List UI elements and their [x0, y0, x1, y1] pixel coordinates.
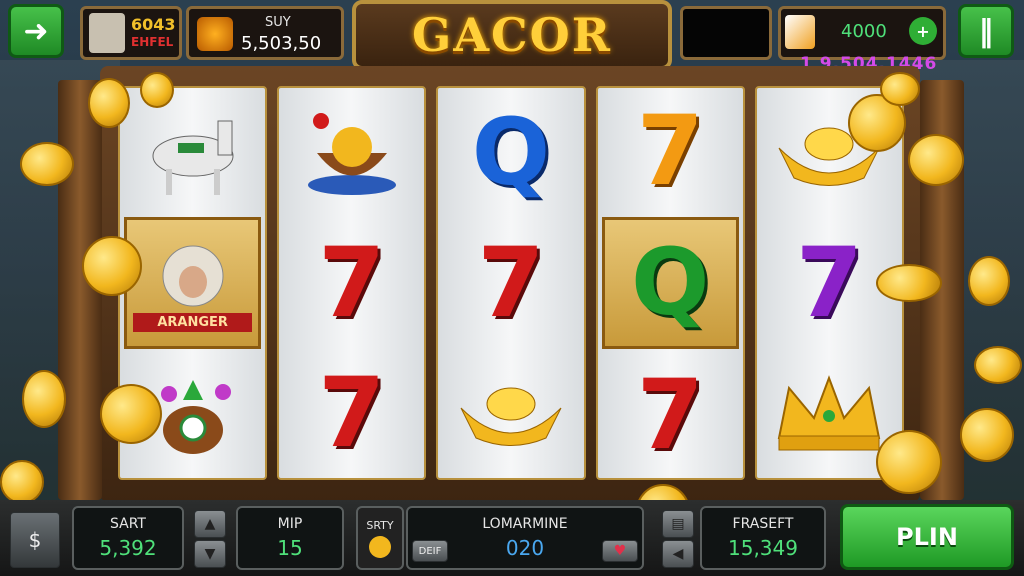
- seven-symbol: 7: [796, 227, 863, 339]
- reel-cell: [438, 348, 583, 478]
- seven-symbol: 7: [318, 357, 386, 469]
- add-credit-button[interactable]: +: [909, 17, 937, 45]
- top-bar: ➜ 6043 EHFEL SUY 5,503,50 GACOR 4000 + 1…: [0, 0, 1024, 74]
- coin-icon: [369, 535, 391, 558]
- treasure-icon: [197, 17, 233, 51]
- coin-icon: [960, 408, 1014, 462]
- coin-icon: [908, 134, 964, 186]
- blank-panel: [680, 6, 772, 60]
- reel-cell: 7: [598, 353, 743, 478]
- reel-4: 7 Q 7: [595, 86, 745, 480]
- lines-value: 020: [505, 536, 545, 560]
- credit-value: 4000: [841, 21, 887, 42]
- mip-label: MIP: [277, 516, 303, 532]
- coin-settings-button[interactable]: $: [10, 512, 60, 568]
- coin-icon: [88, 78, 130, 128]
- paytable-button[interactable]: ▤: [662, 510, 694, 538]
- q-symbol: Q: [471, 99, 551, 206]
- coin-icon: [0, 460, 44, 504]
- fruit-bowl-icon: [307, 113, 396, 195]
- title-plate: GACOR: [352, 0, 672, 70]
- preset-label: FRASEFT: [732, 516, 794, 532]
- preset-value: 15,349: [728, 536, 798, 560]
- pause-icon: ‖: [978, 13, 994, 49]
- coin-icon: [20, 142, 74, 186]
- auto-button[interactable]: SRTY: [356, 506, 404, 570]
- mip-value: 15: [277, 536, 303, 560]
- horse-icon: [152, 120, 234, 195]
- reel-cell: Q: [438, 88, 583, 218]
- reel-cell: [120, 88, 265, 213]
- seven-symbol: 7: [477, 227, 545, 339]
- start-label: SART: [110, 516, 146, 532]
- coin-icon: [140, 72, 174, 108]
- favorite-button[interactable]: ♥: [602, 540, 638, 562]
- menu-button[interactable]: ‖: [958, 4, 1014, 58]
- reels-area: ARANGER 7 7 Q 7 7 Q 7 7: [118, 86, 905, 480]
- symbol-banner: ARANGER: [133, 312, 253, 332]
- preset-stat: FRASEFT 15,349: [700, 506, 826, 570]
- q-symbol: Q: [631, 228, 710, 336]
- reel-cell: [279, 88, 424, 218]
- coin-icon: [22, 370, 66, 428]
- crown-icon: [778, 375, 881, 451]
- gold-ingot-icon: [460, 387, 562, 446]
- bet-panel: SUY 5,503,50: [186, 6, 344, 60]
- reel-2: 7 7: [277, 86, 427, 480]
- coin-icon: [82, 236, 142, 296]
- reel-cell: 7: [598, 88, 743, 213]
- spin-button[interactable]: PLIN: [840, 504, 1014, 570]
- heart-icon: ♥: [613, 543, 627, 559]
- game-title: GACOR: [412, 8, 612, 62]
- seven-symbol: 7: [318, 227, 386, 339]
- seven-symbol: 7: [636, 359, 704, 472]
- arrow-right-icon: ➜: [23, 13, 49, 49]
- reel-cell: 7: [438, 218, 583, 348]
- chevron-down-icon: ▼: [204, 546, 216, 562]
- player-badge-top: 6043: [131, 15, 176, 34]
- seven-symbol: 7: [636, 94, 704, 207]
- bet-value: 5,503,50: [241, 33, 322, 54]
- reel-cell: 7: [279, 348, 424, 478]
- decrease-button[interactable]: ▼: [194, 540, 226, 568]
- sound-button[interactable]: ◀: [662, 540, 694, 568]
- book-icon: ▤: [671, 516, 685, 532]
- coin-icon: [974, 346, 1022, 384]
- coin-icon: [876, 264, 942, 302]
- start-stat: SART 5,392: [72, 506, 184, 570]
- avatar: [89, 13, 125, 53]
- back-button[interactable]: ➜: [8, 4, 64, 58]
- start-value: 5,392: [99, 536, 157, 560]
- lines-label: LOMARMINE: [482, 516, 568, 532]
- reel-cell-highlighted: ARANGER: [124, 217, 262, 349]
- increase-button[interactable]: ▲: [194, 510, 226, 538]
- mip-stat: MIP 15: [236, 506, 344, 570]
- player-badge-bottom: EHFEL: [131, 35, 174, 49]
- gift-icon: [785, 15, 815, 49]
- coin-icon: [968, 256, 1010, 306]
- coin-icon: [880, 72, 920, 106]
- bet-label: SUY: [265, 15, 291, 30]
- credit-panel: 4000 +: [778, 6, 946, 60]
- reel-cell: 7: [279, 218, 424, 348]
- dollar-icon: $: [28, 528, 42, 552]
- chevron-up-icon: ▲: [204, 516, 216, 532]
- info-button[interactable]: DEIF: [412, 540, 448, 562]
- speaker-icon: ◀: [672, 546, 684, 562]
- coin-icon: [876, 430, 942, 494]
- player-panel: 6043 EHFEL: [80, 6, 182, 60]
- coin-icon: [100, 384, 162, 444]
- reel-3: Q 7: [436, 86, 586, 480]
- reel-cell-highlighted: Q: [601, 217, 739, 349]
- auto-label: SRTY: [366, 518, 394, 532]
